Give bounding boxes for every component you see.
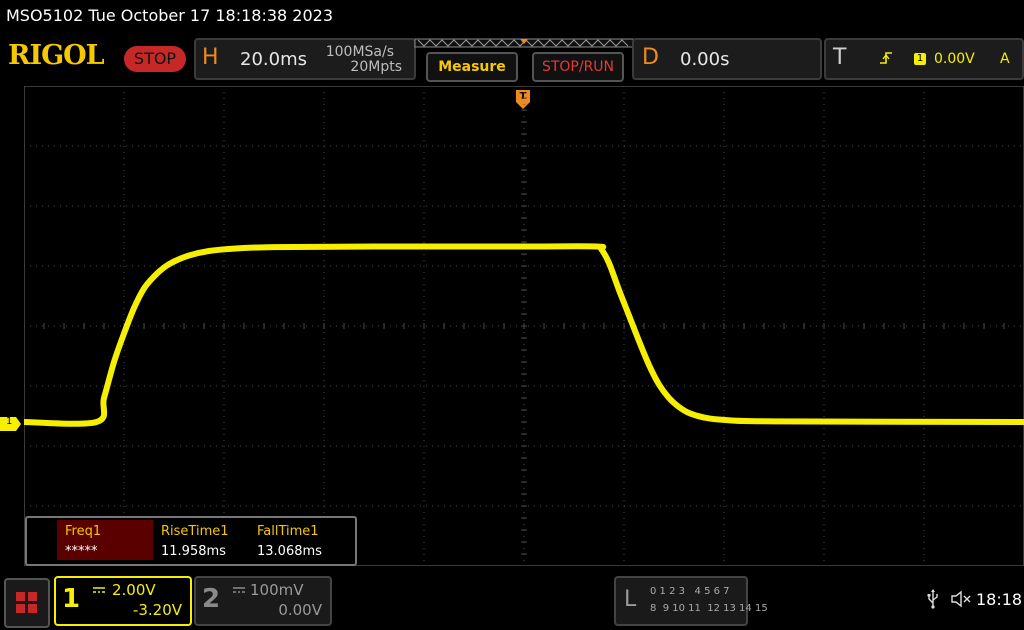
ch2-scale: 100mV (250, 581, 304, 599)
ch1-marker-label: 1 (6, 416, 13, 427)
logic-letter: L (624, 587, 637, 612)
ch1-offset-marker[interactable]: 1 (0, 416, 22, 431)
stop-run-button[interactable]: STOP/RUN (532, 52, 624, 82)
trigger-mode: A (1000, 51, 1010, 67)
measurement-name: FallTime1 (257, 524, 319, 539)
measurement-risetime: RiseTime1 11.958ms (157, 520, 253, 560)
sample-rate: 100MSa/s (325, 44, 394, 60)
measurement-name: Freq1 (65, 524, 102, 539)
menu-grid-icon (16, 592, 37, 613)
ch1-scale: 2.00V (112, 581, 156, 599)
rising-edge-icon (880, 52, 892, 64)
measure-button-label: Measure (438, 59, 506, 75)
dc-coupling-icon (93, 587, 105, 593)
trigger-panel[interactable]: T 1 0.00V A (824, 38, 1024, 80)
trigger-letter: T (833, 45, 847, 70)
delay-letter: D (642, 45, 659, 70)
ch1-panel[interactable]: 1 2.00V -3.20V (54, 576, 192, 626)
logic-channels-high: 8 9 10 11 12 13 14 15 (650, 603, 768, 614)
ch2-number: 2 (202, 584, 221, 614)
trigger-source-badge: 1 (914, 53, 926, 65)
run-status-badge[interactable]: STOP (124, 46, 186, 72)
trigger-level: 0.00V (934, 51, 975, 67)
rigol-logo: RIGOL (8, 40, 105, 71)
ch1-offset: -3.20V (132, 601, 182, 619)
ch2-panel[interactable]: 2 100mV 0.00V (194, 576, 332, 626)
measurement-value: 11.958ms (161, 544, 226, 559)
measurement-value: 13.068ms (257, 544, 322, 559)
timebase-value: 20.0ms (240, 49, 307, 70)
clock-time: 18:18 (976, 590, 1023, 609)
horizontal-panel[interactable]: H 20.0ms 100MSa/s 20Mpts (194, 38, 416, 80)
memory-position-bar (414, 38, 634, 48)
measurement-panel[interactable]: Freq1 ***** RiseTime1 11.958ms FallTime1… (25, 516, 357, 566)
main-menu-button[interactable] (4, 578, 50, 628)
device-title: MSO5102 Tue October 17 18:18:38 2023 (6, 6, 333, 25)
logic-panel[interactable]: L 0 1 2 3 4 5 6 7 8 9 10 11 12 13 14 15 (614, 576, 768, 626)
dc-coupling-icon (233, 587, 245, 593)
speaker-muted-icon[interactable] (950, 590, 972, 608)
horizontal-letter: H (202, 45, 219, 70)
usb-icon (927, 589, 938, 609)
graticule (24, 86, 1024, 566)
measure-button[interactable]: Measure (426, 52, 518, 82)
measurement-name: RiseTime1 (161, 524, 229, 539)
delay-panel[interactable]: D 0.00s (632, 38, 822, 80)
ch1-number: 1 (62, 584, 81, 614)
measurement-value: ***** (65, 544, 98, 559)
delay-value: 0.00s (680, 49, 730, 70)
measurement-falltime: FallTime1 13.068ms (253, 520, 349, 560)
waveform-display[interactable] (24, 86, 1024, 566)
ch2-offset: 0.00V (278, 601, 322, 619)
memory-depth: 20Mpts (350, 59, 402, 75)
logic-channels-low: 0 1 2 3 4 5 6 7 (650, 586, 730, 597)
stop-run-button-label: STOP/RUN (541, 59, 615, 75)
measurement-freq: Freq1 ***** (57, 520, 153, 560)
